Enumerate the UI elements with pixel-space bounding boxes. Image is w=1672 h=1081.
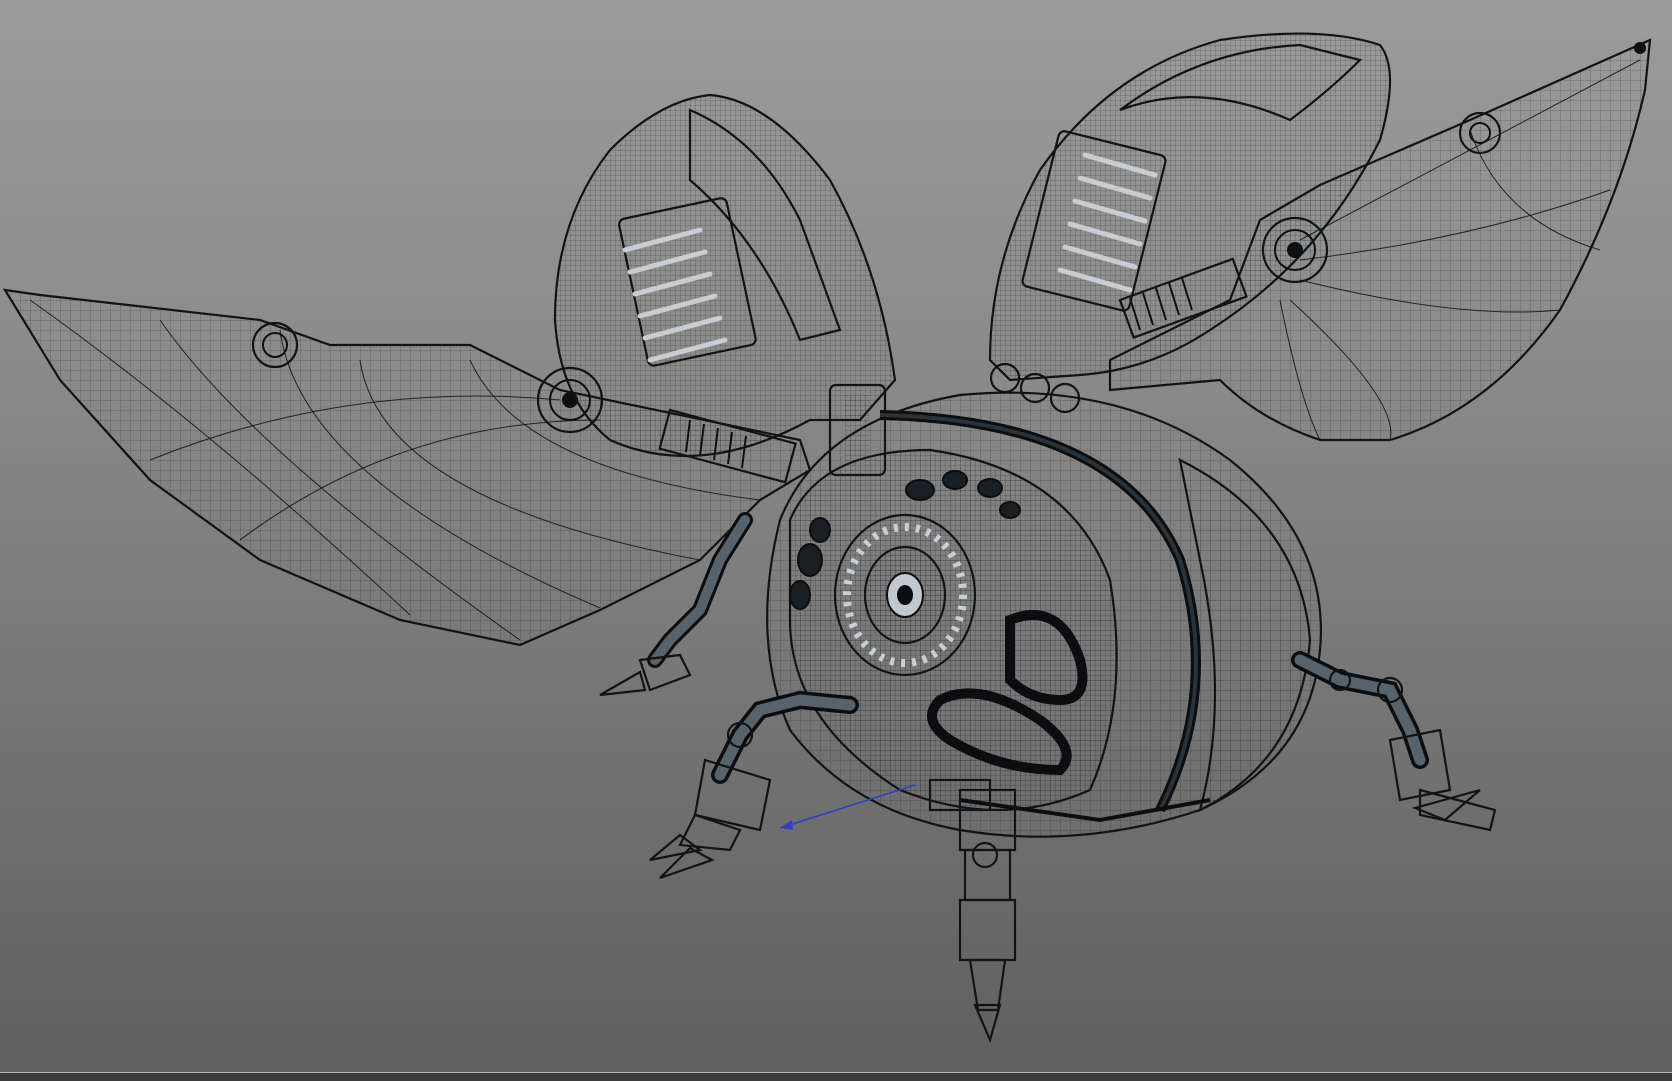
left-elytron[interactable] <box>553 93 897 458</box>
leg-right <box>1291 651 1497 832</box>
robot-beetle-model[interactable] <box>0 0 1672 1072</box>
3d-viewport[interactable] <box>0 0 1672 1072</box>
beetle-body[interactable] <box>766 391 1322 838</box>
